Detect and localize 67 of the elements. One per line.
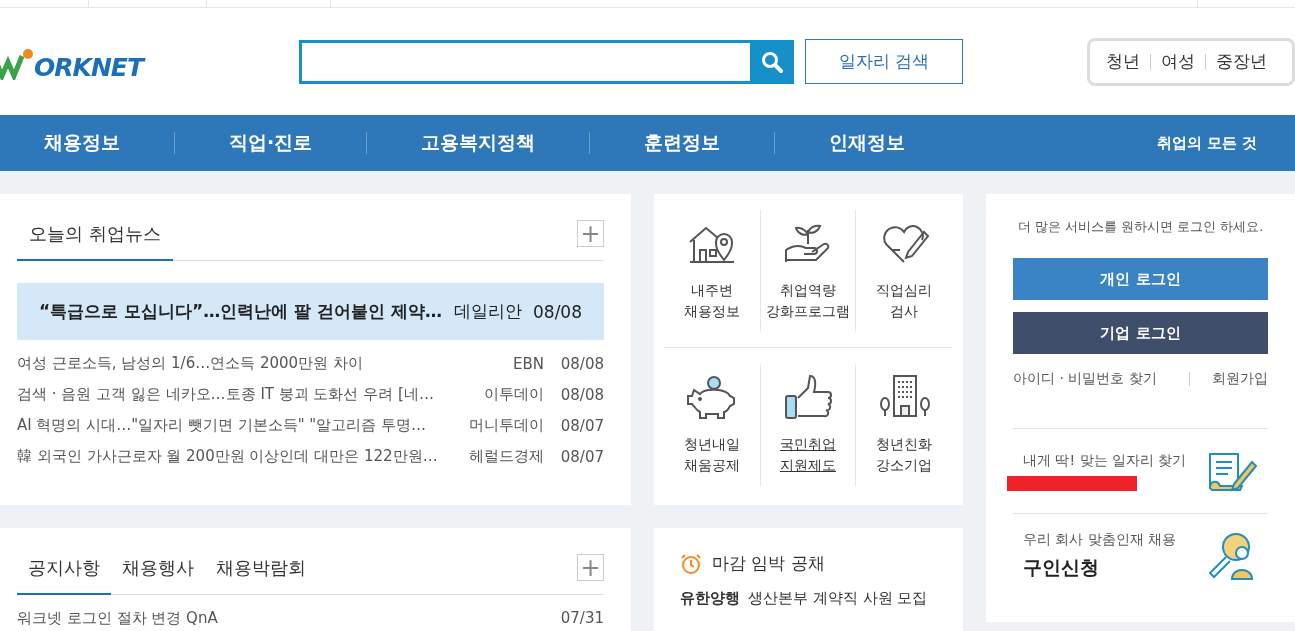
login-button[interactable]: 기업 로그인 (1013, 312, 1268, 355)
news-date: 08/07 (559, 447, 604, 466)
service-link[interactable]: 강소기업 (876, 455, 933, 476)
service-link[interactable]: 직업심리 (876, 280, 933, 301)
service-link[interactable]: 취업역량 (780, 280, 836, 301)
job-posting-link[interactable]: 생산본부 계약직 사원 모집 (748, 589, 928, 607)
promo-subtitle: 내게 딱! 맞는 일자리 찾기 (1023, 451, 1187, 470)
building-icon (878, 374, 931, 420)
company-name: 유한양행 (680, 589, 740, 607)
job-search-button[interactable]: 일자리 검색 (805, 39, 963, 84)
news-item[interactable]: 검색 · 음원 고객 잃은 네카오…토종 IT 붕괴 도화선 우려 [네… 이투데이 08/08 (17, 379, 604, 410)
section-tab[interactable]: 오늘의 취업뉴스 (17, 222, 173, 261)
login-button[interactable]: 개인 로그인 (1013, 258, 1268, 301)
section-title: 마감 임박 공채 (712, 552, 825, 575)
news-item[interactable]: “특급으로 모십니다”…인력난에 팔 걷어붙인 제약… 데일리안 08/08 (17, 283, 604, 340)
more-button[interactable]: + (577, 554, 604, 581)
news-source: 데일리안 (454, 300, 522, 323)
promo-title[interactable]: 구인신청 (1023, 555, 1177, 582)
news-item[interactable]: 韓 외국인 가사근로자 월 200만원 이상인데 대만은 122만원… 헤럴드경제 08/07 (17, 441, 604, 472)
news-date: 08/08 (559, 385, 604, 404)
service-link[interactable]: 채용정보 (684, 301, 741, 322)
news-title: 여성 근로소득, 남성의 1/6…연소득 2000만원 차이 (17, 354, 364, 373)
service-link[interactable]: 국민취업 (780, 434, 836, 455)
nav-item[interactable]: 훈련정보 (644, 130, 721, 156)
news-title: AI 혁명의 시대…"일자리 뺏기면 기본소득" "알고리즘 투명… (17, 416, 427, 435)
thumb-icon (782, 374, 834, 420)
service-link[interactable]: 청년내일 (684, 434, 741, 455)
more-button[interactable]: + (577, 220, 604, 247)
news-title: “특급으로 모십니다”…인력난에 팔 걷어붙인 제약… (39, 300, 444, 323)
news-item[interactable]: AI 혁명의 시대…"일자리 뺏기면 기본소득" "알고리즘 투명… 머니투데이 08/07 (17, 410, 604, 441)
audience-link[interactable]: 여성 (1161, 50, 1195, 73)
news-item[interactable]: 여성 근로소득, 남성의 1/6…연소득 2000만원 차이 EBN 08/08 (17, 348, 604, 379)
section-tab[interactable]: 채용박람회 (205, 556, 317, 595)
news-source: 머니투데이 (469, 416, 544, 435)
service-link[interactable]: 검사 (890, 301, 919, 322)
service-link[interactable]: 내주변 (691, 280, 734, 301)
news-title: 검색 · 음원 고객 잃은 네카오…토종 IT 붕괴 도화선 우려 [네… (17, 385, 435, 404)
news-source: EBN (513, 354, 544, 373)
nav-link[interactable]: 취업의 모든 것 (1156, 133, 1257, 153)
search-icon (760, 49, 784, 74)
service-link[interactable]: 지원제도 (780, 455, 836, 476)
nav-item[interactable]: 고용복지정책 (421, 130, 536, 156)
nav-item[interactable]: 직업·진로 (229, 130, 313, 156)
login-prompt: 더 많은 서비스를 원하시면 로그인 하세요. (1016, 218, 1265, 236)
nav-item[interactable]: 인재정보 (829, 130, 906, 156)
promo-subtitle: 우리 회사 맞춤인재 채용 (1023, 531, 1177, 550)
news-title: 韓 외국인 가사근로자 월 200만원 이상인데 대만은 122만원… (17, 447, 439, 466)
section-tab[interactable]: 채용행사 (111, 556, 205, 595)
find-account-link[interactable]: 아이디 · 비밀번호 찾기 (1013, 370, 1157, 389)
audience-link[interactable]: 청년 (1106, 50, 1140, 73)
alarm-clock-icon (680, 552, 702, 575)
notice-date: 07/31 (560, 609, 604, 628)
sign-up-link[interactable]: 회원가입 (1212, 370, 1268, 389)
service-link[interactable]: 강화프로그램 (766, 301, 850, 322)
service-link[interactable]: 청년친화 (876, 434, 933, 455)
document-pen-icon (1206, 450, 1258, 493)
audience-link[interactable]: 중장년 (1216, 50, 1267, 73)
news-date: 08/08 (559, 354, 604, 373)
notice-title[interactable]: 워크넷 로그인 절차 변경 QnA (17, 609, 218, 628)
news-source: 이투데이 (484, 385, 544, 404)
nav-item[interactable]: 채용정보 (44, 130, 120, 156)
service-link[interactable]: 채움공제 (684, 455, 741, 476)
news-date: 08/07 (559, 416, 604, 435)
news-date: 08/08 (532, 301, 582, 322)
search-field[interactable] (299, 39, 794, 84)
news-source: 헤럴드경제 (469, 447, 544, 466)
section-tab[interactable]: 공지사항 (17, 556, 111, 595)
